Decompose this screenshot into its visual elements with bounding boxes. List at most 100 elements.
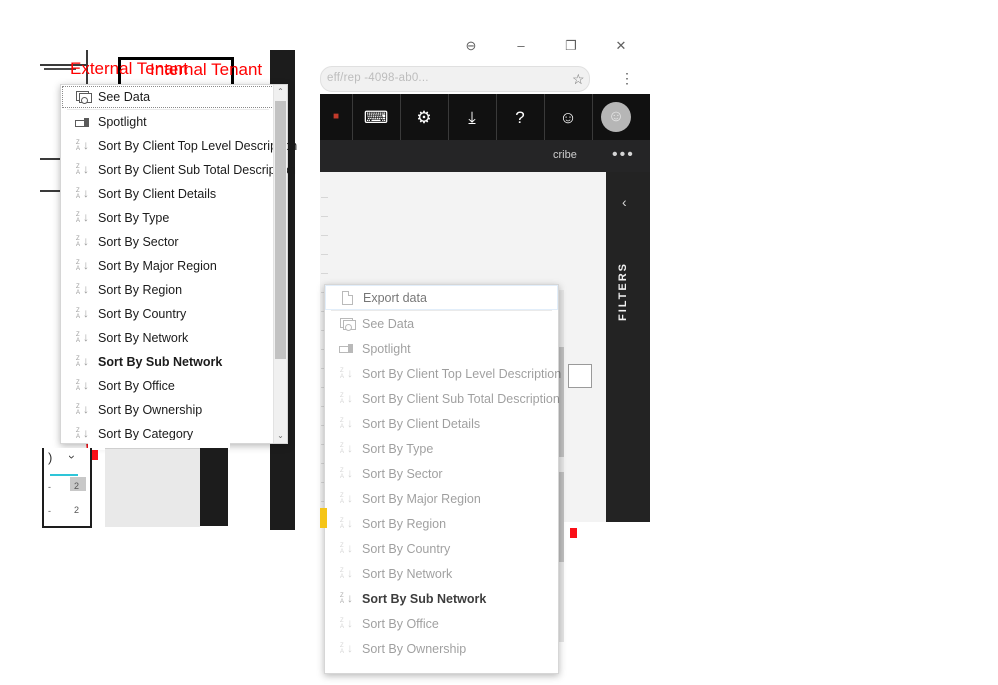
menu-item[interactable]: Z A ↓ Sort By Major Region bbox=[325, 486, 558, 511]
menu-item[interactable]: Z A ↓ Sort By Sub Network bbox=[325, 586, 558, 611]
menu-item[interactable]: Z A ↓ Sort By Ownership bbox=[325, 636, 558, 661]
close-button[interactable]: ✕ bbox=[610, 38, 632, 54]
toolbar-edge: ■ bbox=[320, 94, 353, 140]
menu-item-label: Sort By Sub Network bbox=[362, 591, 487, 606]
row-accent-line bbox=[50, 474, 78, 476]
sort-za-icon: Z A ↓ bbox=[76, 426, 89, 441]
visual-axis-label: — bbox=[321, 270, 328, 277]
menu-item[interactable]: Z A ↓ Sort By Network bbox=[61, 326, 275, 350]
menu-item[interactable]: Z A ↓ Sort By Ownership bbox=[61, 398, 275, 422]
collapse-chevron-icon[interactable]: ‹ bbox=[622, 194, 627, 210]
sort-za-icon: Z A ↓ bbox=[340, 565, 353, 580]
table-paren-text: ) bbox=[48, 450, 53, 465]
menu-item[interactable]: Z A ↓ Sort By Region bbox=[325, 511, 558, 536]
chart-bar-yellow bbox=[320, 508, 327, 528]
sort-za-icon: Z A ↓ bbox=[76, 330, 89, 345]
sort-za-icon: Z A ↓ bbox=[76, 186, 89, 201]
menu-item-label: Sort By Region bbox=[98, 283, 183, 297]
restore-button[interactable]: ❐ bbox=[560, 38, 582, 54]
download-icon: ⤓ bbox=[468, 107, 476, 127]
download-icon-button[interactable]: ⤓ bbox=[448, 94, 497, 140]
menu-item[interactable]: Z A ↓ Sort By Type bbox=[325, 436, 558, 461]
print-icon[interactable]: ⊖ bbox=[460, 38, 482, 54]
visual-axis-label: — bbox=[321, 194, 328, 201]
menu-item-icon bbox=[71, 91, 95, 104]
left-menu-scrollbar[interactable]: ⌃ ⌄ bbox=[273, 85, 287, 443]
menu-item-label: Sort By Sector bbox=[98, 235, 179, 249]
user-avatar[interactable]: ☺ bbox=[592, 94, 640, 140]
more-options-icon[interactable]: ••• bbox=[612, 146, 635, 164]
menu-item[interactable]: Z A ↓ Sort By Sector bbox=[61, 230, 275, 254]
sort-za-icon: Z A ↓ bbox=[76, 234, 89, 249]
bookmark-star-icon[interactable]: ☆ bbox=[572, 71, 585, 88]
menu-item[interactable]: See Data bbox=[325, 311, 558, 336]
sort-za-icon: Z A ↓ bbox=[76, 378, 89, 393]
sort-za-icon: Z A ↓ bbox=[76, 354, 89, 369]
menu-item[interactable]: Z A ↓ Sort By Sub Network bbox=[61, 350, 275, 374]
menu-item[interactable]: Z A ↓ Sort By Region bbox=[61, 278, 275, 302]
menu-item[interactable]: Z A ↓ Sort By Client Sub Total Description bbox=[325, 386, 560, 411]
menu-item[interactable]: Z A ↓ Sort By Client Sub Total Description bbox=[61, 158, 296, 182]
sort-za-icon: Z A ↓ bbox=[76, 138, 89, 153]
table-cell-text: 2 bbox=[74, 505, 80, 515]
sort-za-icon: Z A ↓ bbox=[340, 640, 353, 655]
menu-item[interactable]: Spotlight bbox=[325, 336, 558, 361]
scrollbar-thumb[interactable] bbox=[275, 101, 286, 359]
url-input[interactable]: eff/rep -4098-ab0... bbox=[320, 66, 590, 92]
menu-item-icon: Z A ↓ bbox=[335, 366, 359, 381]
menu-item[interactable]: Z A ↓ Sort By Major Region bbox=[61, 254, 275, 278]
menu-item[interactable]: Z A ↓ Sort By Sector bbox=[325, 461, 558, 486]
table-cell-text: 2 bbox=[74, 481, 80, 491]
scroll-up-arrow-icon[interactable]: ⌃ bbox=[274, 85, 287, 99]
report-canvas: —————————————————— Export dataSee DataSp… bbox=[320, 172, 606, 685]
settings-gear-icon-button[interactable]: ⚙ bbox=[400, 94, 449, 140]
browser-menu-icon[interactable]: ⋮ bbox=[620, 70, 634, 87]
sort-za-icon: Z A ↓ bbox=[340, 415, 353, 430]
menu-item-icon bbox=[71, 117, 95, 127]
feedback-smiley-icon-button[interactable]: ☺ bbox=[544, 94, 593, 140]
settings-gear-icon: ⚙ bbox=[416, 107, 432, 127]
left-visual-options-menu[interactable]: See Data Spotlight Z A ↓ Sort By Client Top L… bbox=[60, 84, 297, 444]
feedback-smiley-icon: ☺ bbox=[559, 107, 577, 127]
menu-item[interactable]: Z A ↓ Sort By Client Details bbox=[61, 182, 275, 206]
menu-item[interactable]: Z A ↓ Sort By Client Top Level Description bbox=[61, 134, 297, 158]
help-icon-button[interactable]: ? bbox=[496, 94, 545, 140]
menu-item[interactable]: See Data bbox=[61, 85, 275, 109]
browser-address-bar: eff/rep -4098-ab0... ☆ ⋮ bbox=[320, 62, 650, 94]
visual-axis-label: — bbox=[321, 251, 328, 258]
menu-item-icon: Z A ↓ bbox=[335, 415, 359, 431]
menu-item-icon: Z A ↓ bbox=[335, 640, 359, 656]
sort-za-icon: Z A ↓ bbox=[340, 490, 353, 505]
right-visual-options-menu[interactable]: Export data See Data Spotlight Z A ↓ Sort By C… bbox=[324, 284, 561, 674]
menu-item[interactable]: Spotlight bbox=[61, 110, 275, 134]
menu-item-icon: Z A ↓ bbox=[71, 355, 95, 369]
menu-item-icon bbox=[336, 290, 360, 305]
menu-item-icon bbox=[335, 344, 359, 353]
subscribe-button[interactable]: cribe bbox=[553, 149, 577, 161]
partial-icon: ■ bbox=[332, 111, 340, 122]
menu-item[interactable]: Export data bbox=[325, 285, 558, 310]
minimize-button[interactable]: – bbox=[510, 38, 532, 54]
menu-item[interactable]: Z A ↓ Sort By Client Top Level Description bbox=[325, 361, 561, 386]
menu-item-label: Sort By Office bbox=[98, 379, 175, 393]
sort-za-icon: Z A ↓ bbox=[76, 402, 89, 417]
menu-item-icon: Z A ↓ bbox=[71, 427, 95, 441]
menu-item[interactable]: Z A ↓ Sort By Client Details bbox=[325, 411, 558, 436]
menu-item-icon: Z A ↓ bbox=[335, 490, 359, 506]
table-cell-text: - bbox=[48, 506, 51, 516]
comment-icon-button[interactable]: ⌨ bbox=[352, 94, 401, 140]
menu-item-icon: Z A ↓ bbox=[335, 565, 359, 581]
menu-item[interactable]: Z A ↓ Sort By Country bbox=[325, 536, 558, 561]
visual-axis-label: — bbox=[321, 232, 328, 239]
menu-item-icon: Z A ↓ bbox=[335, 591, 359, 606]
menu-item[interactable]: Z A ↓ Sort By Type bbox=[61, 206, 275, 230]
menu-item[interactable]: Z A ↓ Sort By Country bbox=[61, 302, 275, 326]
menu-item[interactable]: Z A ↓ Sort By Office bbox=[61, 374, 275, 398]
avatar-person-icon: ☺ bbox=[601, 102, 631, 132]
menu-item-label: Sort By Client Details bbox=[98, 187, 217, 201]
menu-item-icon: Z A ↓ bbox=[335, 516, 359, 531]
menu-item-label: Spotlight bbox=[98, 115, 147, 129]
menu-item[interactable]: Z A ↓ Sort By Network bbox=[325, 561, 558, 586]
scroll-down-arrow-icon[interactable]: ⌄ bbox=[274, 429, 287, 443]
browser-titlebar: ⊖ – ❐ ✕ bbox=[320, 30, 650, 62]
